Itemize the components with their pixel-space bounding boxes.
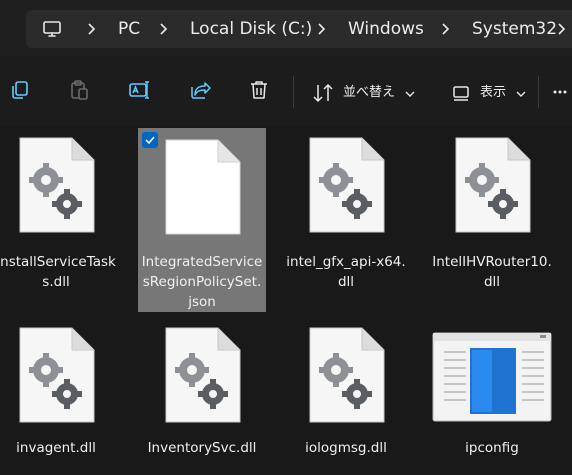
file-grid: InstallServiceTask s.dll IntegratedServic… [0, 126, 572, 475]
file-name: ipconfig [465, 440, 519, 456]
breadcrumb-local-disk[interactable]: Local Disk (C:) [190, 18, 312, 40]
share-icon[interactable] [188, 78, 214, 104]
dll-file-icon [14, 326, 98, 430]
dll-file-icon [304, 136, 388, 240]
file-name: IntelIHVRouter10. dll [432, 254, 552, 290]
file-name: InventorySvc.dll [147, 440, 257, 456]
address-bar[interactable]: PC Local Disk (C:) Windows System32 [26, 10, 572, 48]
toolbar-divider [293, 76, 294, 108]
chevron-right-icon[interactable] [556, 22, 566, 36]
chevron-down-icon[interactable] [404, 85, 416, 97]
dll-file-icon [14, 136, 98, 240]
chevron-down-icon[interactable] [515, 85, 527, 97]
executable-icon [432, 332, 552, 426]
breadcrumb-pc[interactable]: PC [118, 18, 140, 40]
chevron-right-icon[interactable] [440, 22, 450, 36]
file-item[interactable]: intel_gfx_api-x64. dll [282, 128, 410, 312]
computer-icon[interactable] [42, 19, 62, 39]
selection-checkbox[interactable] [142, 132, 158, 148]
file-name: intel_gfx_api-x64. dll [286, 254, 406, 290]
toolbar-divider [538, 76, 539, 108]
sort-icon[interactable] [312, 82, 338, 108]
file-name: InstallServiceTask s.dll [0, 254, 116, 290]
file-item-selected[interactable]: IntegratedService sRegionPolicySet. json [138, 128, 266, 312]
file-item[interactable]: ipconfig [428, 322, 556, 475]
breadcrumb-windows[interactable]: Windows [348, 18, 424, 40]
breadcrumb-system32[interactable]: System32 [472, 18, 557, 40]
json-file-icon [160, 138, 244, 242]
chevron-right-icon[interactable] [86, 22, 96, 36]
command-bar: 並べ替え 表示 [0, 56, 572, 126]
dll-file-icon [450, 136, 534, 240]
view-icon[interactable] [451, 83, 477, 109]
file-item[interactable]: IntelIHVRouter10. dll [428, 128, 556, 312]
file-item[interactable]: InstallServiceTask s.dll [0, 128, 120, 312]
paste-icon[interactable] [67, 78, 93, 104]
delete-icon[interactable] [247, 78, 273, 104]
view-button-label[interactable]: 表示 [480, 81, 506, 100]
file-name: iologmsg.dll [305, 440, 387, 456]
dll-file-icon [304, 326, 388, 430]
rename-icon[interactable] [127, 78, 153, 104]
file-name: IntegratedService sRegionPolicySet. json [141, 254, 263, 310]
file-item[interactable]: invagent.dll [0, 322, 120, 475]
chevron-right-icon[interactable] [158, 22, 168, 36]
copy-icon[interactable] [8, 78, 34, 104]
file-item[interactable]: InventorySvc.dll [138, 322, 266, 475]
sort-button-label[interactable]: 並べ替え [343, 81, 395, 100]
chevron-right-icon[interactable] [316, 22, 326, 36]
file-name: invagent.dll [16, 440, 96, 456]
more-options-icon[interactable] [552, 84, 568, 110]
dll-file-icon [160, 326, 244, 430]
file-item[interactable]: iologmsg.dll [282, 322, 410, 475]
address-bar-row: PC Local Disk (C:) Windows System32 [0, 0, 572, 56]
